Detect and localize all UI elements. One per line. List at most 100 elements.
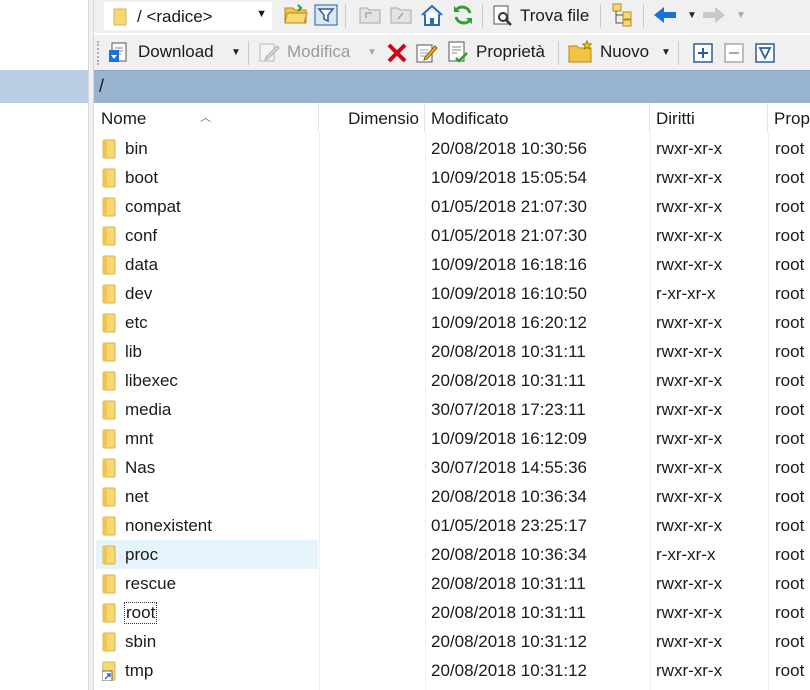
column-header-owner[interactable]: Prop	[768, 103, 810, 133]
download-dropdown-arrow[interactable]: ▼	[231, 47, 241, 58]
file-modified: 01/05/2018 21:07:30	[431, 226, 587, 245]
file-list: Nome ︿ Dimensio Modificato Diritti Prop …	[94, 103, 810, 690]
file-modified: 01/05/2018 23:25:17	[431, 516, 587, 535]
file-modified: 20/08/2018 10:31:12	[431, 632, 587, 651]
file-name: etc	[125, 313, 148, 332]
column-header-size[interactable]: Dimensio	[319, 103, 425, 133]
file-modified: 10/09/2018 16:12:09	[431, 429, 587, 448]
minus-icon	[724, 43, 744, 63]
parent-folder-icon	[359, 7, 381, 24]
file-rights: rwxr-xr-x	[656, 574, 723, 593]
properties-icon	[448, 41, 468, 63]
current-path: /	[99, 76, 105, 96]
filter-mask-icon	[755, 43, 775, 63]
file-row[interactable]: media 30/07/2018 17:23:11 rwxr-xr-x root	[94, 395, 810, 424]
file-row[interactable]: lib 20/08/2018 10:31:11 rwxr-xr-x root	[94, 337, 810, 366]
file-name: net	[125, 487, 149, 506]
file-name: lib	[125, 342, 143, 361]
file-rights: rwxr-xr-x	[656, 487, 723, 506]
folder-icon	[102, 284, 116, 304]
parent-folder-button[interactable]	[356, 1, 384, 29]
file-name: dev	[125, 284, 153, 303]
file-row[interactable]: boot 10/09/2018 15:05:54 rwxr-xr-x root	[94, 163, 810, 192]
path-combobox[interactable]: / <radice> ▼	[104, 2, 272, 30]
back-dropdown-arrow[interactable]: ▼	[687, 10, 697, 21]
file-row[interactable]: etc 10/09/2018 16:20:12 rwxr-xr-x root	[94, 308, 810, 337]
file-row[interactable]: bin 20/08/2018 10:30:56 rwxr-xr-x root	[94, 134, 810, 163]
delete-button[interactable]	[383, 39, 411, 67]
folder-icon	[102, 168, 116, 188]
collapse-all-button[interactable]	[720, 39, 748, 67]
column-header-rights[interactable]: Diritti	[650, 103, 768, 133]
file-row[interactable]: mnt 10/09/2018 16:12:09 rwxr-xr-x root	[94, 424, 810, 453]
column-header-name[interactable]: Nome ︿	[94, 103, 319, 133]
edit-icon	[259, 43, 280, 62]
folder-icon	[102, 313, 116, 333]
file-owner: root	[775, 458, 805, 477]
forward-dropdown-arrow[interactable]: ▼	[736, 10, 746, 21]
back-button[interactable]	[651, 1, 679, 29]
refresh-button[interactable]	[449, 1, 477, 29]
file-owner: root	[775, 400, 805, 419]
file-owner: root	[775, 168, 805, 187]
file-rights: r-xr-xr-x	[656, 284, 716, 303]
edit-dropdown-arrow[interactable]: ▼	[367, 47, 377, 58]
find-files-icon	[493, 5, 512, 26]
download-button[interactable]: Download	[108, 37, 214, 67]
file-modified: 30/07/2018 17:23:11	[431, 400, 586, 419]
properties-button[interactable]: Proprietà	[446, 37, 545, 67]
download-icon	[109, 42, 127, 62]
file-owner: root	[775, 139, 805, 158]
file-row[interactable]: tmp 20/08/2018 10:31:12 rwxr-xr-x root	[94, 656, 810, 685]
select-files-button[interactable]	[751, 39, 779, 67]
file-modified: 20/08/2018 10:36:34	[431, 545, 587, 564]
file-row[interactable]: compat 01/05/2018 21:07:30 rwxr-xr-x root	[94, 192, 810, 221]
file-row[interactable]: nonexistent 01/05/2018 23:25:17 rwxr-xr-x r…	[94, 511, 810, 540]
column-header: Nome ︿ Dimensio Modificato Diritti Prop	[94, 103, 810, 133]
edit-button[interactable]: Modifica	[257, 37, 350, 67]
new-dropdown-arrow[interactable]: ▼	[661, 47, 671, 58]
file-row[interactable]: Nas 30/07/2018 14:55:36 rwxr-xr-x root	[94, 453, 810, 482]
file-owner: root	[775, 313, 805, 332]
column-header-modified[interactable]: Modificato	[425, 103, 650, 133]
rename-button[interactable]	[413, 39, 441, 67]
tree-icon	[612, 3, 632, 27]
open-folder-button[interactable]	[282, 1, 310, 29]
expand-all-button[interactable]	[689, 39, 717, 67]
edit-label: Modifica	[287, 42, 351, 61]
folder-icon	[102, 516, 116, 536]
file-row[interactable]: data 10/09/2018 16:18:16 rwxr-xr-x root	[94, 250, 810, 279]
root-folder-button[interactable]	[387, 1, 415, 29]
open-folder-icon	[284, 4, 308, 24]
home-button[interactable]	[418, 1, 446, 29]
file-modified: 01/05/2018 21:07:30	[431, 197, 587, 216]
file-row[interactable]: dev 10/09/2018 16:10:50 r-xr-xr-x root	[94, 279, 810, 308]
new-button[interactable]: Nuovo	[568, 37, 649, 67]
folder-link-icon	[101, 661, 116, 682]
file-owner: root	[775, 574, 805, 593]
forward-button[interactable]	[700, 1, 728, 29]
file-row[interactable]: rescue 20/08/2018 10:31:11 rwxr-xr-x root	[94, 569, 810, 598]
file-row[interactable]: conf 01/05/2018 21:07:30 rwxr-xr-x root	[94, 221, 810, 250]
find-files-button[interactable]: Trova file	[492, 1, 589, 31]
tree-view-button[interactable]	[610, 1, 638, 29]
file-rights: rwxr-xr-x	[656, 313, 723, 332]
file-modified: 10/09/2018 15:05:54	[431, 168, 587, 187]
filter-button[interactable]	[312, 1, 340, 29]
file-name: libexec	[125, 371, 178, 390]
arrow-right-icon	[703, 7, 725, 23]
file-row[interactable]: libexec 20/08/2018 10:31:11 rwxr-xr-x root	[94, 366, 810, 395]
file-name: media	[125, 400, 172, 419]
chevron-down-icon[interactable]: ▼	[256, 8, 267, 20]
file-owner: root	[775, 661, 805, 680]
file-row[interactable]: proc 20/08/2018 10:36:34 r-xr-xr-x root	[94, 540, 810, 569]
file-modified: 10/09/2018 16:18:16	[431, 255, 587, 274]
plus-icon	[693, 43, 713, 63]
file-name: data	[125, 255, 159, 274]
file-name: Nas	[125, 458, 156, 477]
file-row[interactable]: sbin 20/08/2018 10:31:12 rwxr-xr-x root	[94, 627, 810, 656]
filter-icon	[314, 4, 338, 26]
file-row[interactable]: net 20/08/2018 10:36:34 rwxr-xr-x root	[94, 482, 810, 511]
rename-icon	[416, 44, 438, 63]
file-row[interactable]: root 20/08/2018 10:31:11 rwxr-xr-x root	[94, 598, 810, 627]
